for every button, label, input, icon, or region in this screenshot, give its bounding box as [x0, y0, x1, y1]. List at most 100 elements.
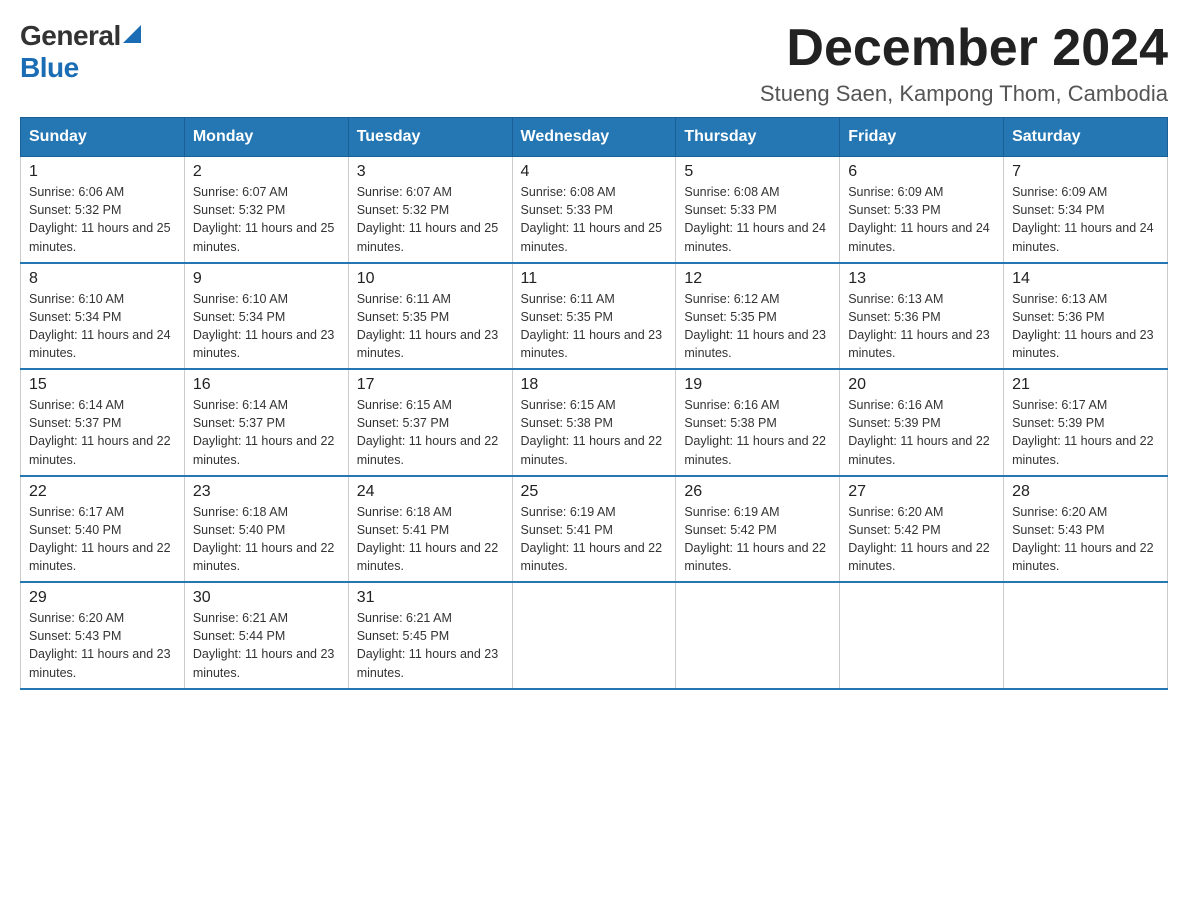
day-number: 7: [1012, 163, 1159, 181]
day-number: 19: [684, 376, 831, 394]
day-of-week-header: Monday: [184, 118, 348, 157]
calendar-day-cell: 19 Sunrise: 6:16 AMSunset: 5:38 PMDaylig…: [676, 369, 840, 476]
day-info: Sunrise: 6:10 AMSunset: 5:34 PMDaylight:…: [29, 290, 176, 363]
day-info: Sunrise: 6:13 AMSunset: 5:36 PMDaylight:…: [848, 290, 995, 363]
logo-general-text: General: [20, 20, 121, 52]
day-info: Sunrise: 6:16 AMSunset: 5:38 PMDaylight:…: [684, 396, 831, 469]
day-info: Sunrise: 6:15 AMSunset: 5:37 PMDaylight:…: [357, 396, 504, 469]
day-of-week-header: Saturday: [1004, 118, 1168, 157]
calendar-week-row: 22 Sunrise: 6:17 AMSunset: 5:40 PMDaylig…: [21, 476, 1168, 583]
day-number: 10: [357, 270, 504, 288]
day-info: Sunrise: 6:19 AMSunset: 5:41 PMDaylight:…: [521, 503, 668, 576]
day-info: Sunrise: 6:06 AMSunset: 5:32 PMDaylight:…: [29, 183, 176, 256]
calendar-header-row: SundayMondayTuesdayWednesdayThursdayFrid…: [21, 118, 1168, 157]
calendar-day-cell: 17 Sunrise: 6:15 AMSunset: 5:37 PMDaylig…: [348, 369, 512, 476]
calendar-day-cell: [1004, 582, 1168, 689]
day-info: Sunrise: 6:11 AMSunset: 5:35 PMDaylight:…: [357, 290, 504, 363]
day-info: Sunrise: 6:14 AMSunset: 5:37 PMDaylight:…: [29, 396, 176, 469]
day-number: 20: [848, 376, 995, 394]
page-header: General Blue December 2024 Stueng Saen, …: [20, 20, 1168, 107]
calendar-day-cell: 27 Sunrise: 6:20 AMSunset: 5:42 PMDaylig…: [840, 476, 1004, 583]
day-number: 13: [848, 270, 995, 288]
calendar-table: SundayMondayTuesdayWednesdayThursdayFrid…: [20, 117, 1168, 690]
calendar-day-cell: 23 Sunrise: 6:18 AMSunset: 5:40 PMDaylig…: [184, 476, 348, 583]
calendar-day-cell: 22 Sunrise: 6:17 AMSunset: 5:40 PMDaylig…: [21, 476, 185, 583]
day-info: Sunrise: 6:08 AMSunset: 5:33 PMDaylight:…: [521, 183, 668, 256]
logo-triangle-icon: [123, 25, 141, 43]
calendar-day-cell: 20 Sunrise: 6:16 AMSunset: 5:39 PMDaylig…: [840, 369, 1004, 476]
calendar-day-cell: [512, 582, 676, 689]
day-info: Sunrise: 6:09 AMSunset: 5:34 PMDaylight:…: [1012, 183, 1159, 256]
calendar-day-cell: 12 Sunrise: 6:12 AMSunset: 5:35 PMDaylig…: [676, 263, 840, 370]
calendar-day-cell: 4 Sunrise: 6:08 AMSunset: 5:33 PMDayligh…: [512, 157, 676, 263]
day-info: Sunrise: 6:18 AMSunset: 5:40 PMDaylight:…: [193, 503, 340, 576]
day-number: 11: [521, 270, 668, 288]
day-number: 14: [1012, 270, 1159, 288]
day-number: 3: [357, 163, 504, 181]
calendar-day-cell: 29 Sunrise: 6:20 AMSunset: 5:43 PMDaylig…: [21, 582, 185, 689]
calendar-day-cell: 11 Sunrise: 6:11 AMSunset: 5:35 PMDaylig…: [512, 263, 676, 370]
calendar-day-cell: 1 Sunrise: 6:06 AMSunset: 5:32 PMDayligh…: [21, 157, 185, 263]
day-info: Sunrise: 6:12 AMSunset: 5:35 PMDaylight:…: [684, 290, 831, 363]
calendar-day-cell: 16 Sunrise: 6:14 AMSunset: 5:37 PMDaylig…: [184, 369, 348, 476]
day-number: 8: [29, 270, 176, 288]
day-info: Sunrise: 6:08 AMSunset: 5:33 PMDaylight:…: [684, 183, 831, 256]
day-number: 18: [521, 376, 668, 394]
calendar-day-cell: 10 Sunrise: 6:11 AMSunset: 5:35 PMDaylig…: [348, 263, 512, 370]
day-info: Sunrise: 6:11 AMSunset: 5:35 PMDaylight:…: [521, 290, 668, 363]
day-number: 2: [193, 163, 340, 181]
day-number: 1: [29, 163, 176, 181]
calendar-week-row: 29 Sunrise: 6:20 AMSunset: 5:43 PMDaylig…: [21, 582, 1168, 689]
day-info: Sunrise: 6:07 AMSunset: 5:32 PMDaylight:…: [357, 183, 504, 256]
day-info: Sunrise: 6:19 AMSunset: 5:42 PMDaylight:…: [684, 503, 831, 576]
calendar-day-cell: 9 Sunrise: 6:10 AMSunset: 5:34 PMDayligh…: [184, 263, 348, 370]
logo-blue-text: Blue: [20, 52, 79, 84]
calendar-day-cell: 13 Sunrise: 6:13 AMSunset: 5:36 PMDaylig…: [840, 263, 1004, 370]
calendar-day-cell: 2 Sunrise: 6:07 AMSunset: 5:32 PMDayligh…: [184, 157, 348, 263]
day-number: 5: [684, 163, 831, 181]
day-number: 30: [193, 589, 340, 607]
calendar-day-cell: 6 Sunrise: 6:09 AMSunset: 5:33 PMDayligh…: [840, 157, 1004, 263]
day-of-week-header: Sunday: [21, 118, 185, 157]
day-of-week-header: Friday: [840, 118, 1004, 157]
day-info: Sunrise: 6:21 AMSunset: 5:44 PMDaylight:…: [193, 609, 340, 682]
day-info: Sunrise: 6:07 AMSunset: 5:32 PMDaylight:…: [193, 183, 340, 256]
day-number: 27: [848, 483, 995, 501]
day-info: Sunrise: 6:14 AMSunset: 5:37 PMDaylight:…: [193, 396, 340, 469]
day-info: Sunrise: 6:20 AMSunset: 5:43 PMDaylight:…: [1012, 503, 1159, 576]
day-info: Sunrise: 6:20 AMSunset: 5:42 PMDaylight:…: [848, 503, 995, 576]
day-number: 16: [193, 376, 340, 394]
day-info: Sunrise: 6:09 AMSunset: 5:33 PMDaylight:…: [848, 183, 995, 256]
day-number: 17: [357, 376, 504, 394]
day-number: 12: [684, 270, 831, 288]
day-info: Sunrise: 6:17 AMSunset: 5:39 PMDaylight:…: [1012, 396, 1159, 469]
calendar-day-cell: 25 Sunrise: 6:19 AMSunset: 5:41 PMDaylig…: [512, 476, 676, 583]
day-number: 23: [193, 483, 340, 501]
day-info: Sunrise: 6:20 AMSunset: 5:43 PMDaylight:…: [29, 609, 176, 682]
day-number: 4: [521, 163, 668, 181]
day-number: 25: [521, 483, 668, 501]
calendar-day-cell: 24 Sunrise: 6:18 AMSunset: 5:41 PMDaylig…: [348, 476, 512, 583]
day-number: 24: [357, 483, 504, 501]
calendar-day-cell: 28 Sunrise: 6:20 AMSunset: 5:43 PMDaylig…: [1004, 476, 1168, 583]
logo: General Blue: [20, 20, 141, 84]
calendar-day-cell: 3 Sunrise: 6:07 AMSunset: 5:32 PMDayligh…: [348, 157, 512, 263]
day-info: Sunrise: 6:16 AMSunset: 5:39 PMDaylight:…: [848, 396, 995, 469]
calendar-week-row: 1 Sunrise: 6:06 AMSunset: 5:32 PMDayligh…: [21, 157, 1168, 263]
day-info: Sunrise: 6:21 AMSunset: 5:45 PMDaylight:…: [357, 609, 504, 682]
calendar-day-cell: 7 Sunrise: 6:09 AMSunset: 5:34 PMDayligh…: [1004, 157, 1168, 263]
day-info: Sunrise: 6:13 AMSunset: 5:36 PMDaylight:…: [1012, 290, 1159, 363]
calendar-day-cell: 30 Sunrise: 6:21 AMSunset: 5:44 PMDaylig…: [184, 582, 348, 689]
day-info: Sunrise: 6:17 AMSunset: 5:40 PMDaylight:…: [29, 503, 176, 576]
day-number: 31: [357, 589, 504, 607]
day-info: Sunrise: 6:18 AMSunset: 5:41 PMDaylight:…: [357, 503, 504, 576]
day-number: 22: [29, 483, 176, 501]
day-number: 28: [1012, 483, 1159, 501]
calendar-day-cell: 31 Sunrise: 6:21 AMSunset: 5:45 PMDaylig…: [348, 582, 512, 689]
day-number: 6: [848, 163, 995, 181]
day-info: Sunrise: 6:15 AMSunset: 5:38 PMDaylight:…: [521, 396, 668, 469]
calendar-day-cell: 14 Sunrise: 6:13 AMSunset: 5:36 PMDaylig…: [1004, 263, 1168, 370]
calendar-day-cell: 18 Sunrise: 6:15 AMSunset: 5:38 PMDaylig…: [512, 369, 676, 476]
calendar-day-cell: 21 Sunrise: 6:17 AMSunset: 5:39 PMDaylig…: [1004, 369, 1168, 476]
calendar-day-cell: 8 Sunrise: 6:10 AMSunset: 5:34 PMDayligh…: [21, 263, 185, 370]
